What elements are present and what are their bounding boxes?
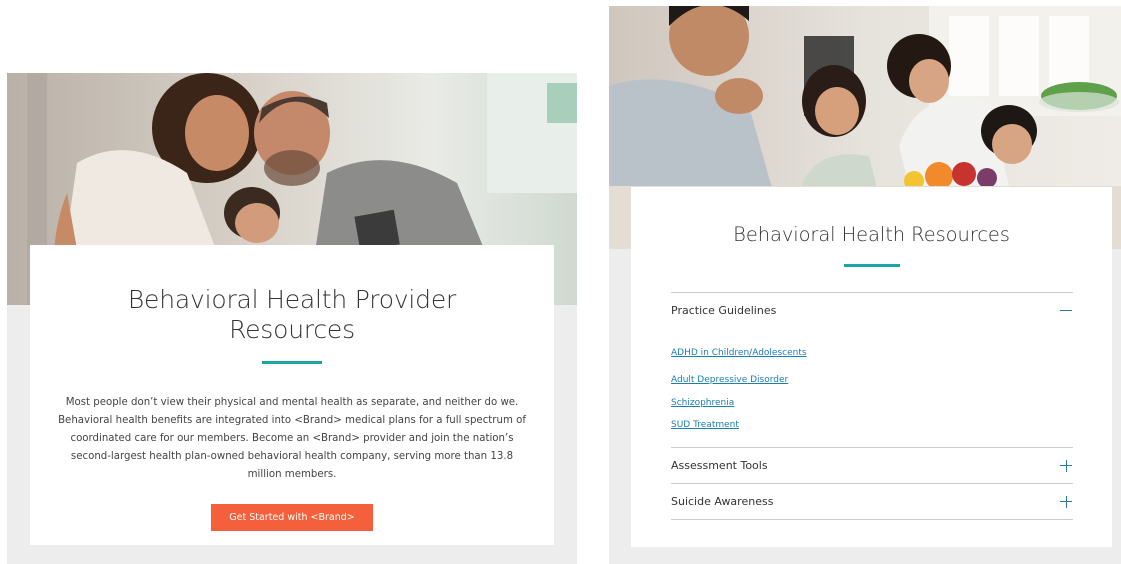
accordion-section-suicide-awareness: Suicide Awareness [671, 484, 1073, 521]
resources-accordion: Practice Guidelines ADHD in Children/Ado… [671, 292, 1073, 521]
provider-title: Behavioral Health Provider Resources [127, 285, 457, 344]
get-started-button[interactable]: Get Started with <Brand> [211, 504, 373, 531]
accordion-header-practice-guidelines[interactable]: Practice Guidelines [671, 293, 1073, 328]
link-adhd[interactable]: ADHD in Children/Adolescents [671, 346, 1073, 369]
accordion-header-assessment-tools[interactable]: Assessment Tools [671, 448, 1073, 483]
title-accent-bar [843, 264, 900, 267]
minus-icon[interactable] [1059, 304, 1073, 318]
accordion-section-assessment-tools: Assessment Tools [671, 448, 1073, 485]
accordion-section-practice-guidelines: Practice Guidelines ADHD in Children/Ado… [671, 293, 1073, 449]
provider-card: Behavioral Health Provider Resources Mos… [30, 245, 554, 545]
plus-icon[interactable] [1059, 459, 1073, 473]
plus-icon[interactable] [1059, 495, 1073, 509]
accordion-title: Suicide Awareness [671, 495, 774, 509]
title-accent-bar [262, 361, 322, 364]
page: Behavioral Health Provider Resources Mos… [0, 0, 1121, 564]
link-sud-treatment[interactable]: SUD Treatment [671, 414, 1073, 437]
link-adult-depressive-disorder[interactable]: Adult Depressive Disorder [671, 369, 1073, 392]
accordion-title: Practice Guidelines [671, 304, 777, 317]
provider-resources-panel: Behavioral Health Provider Resources Mos… [7, 73, 577, 564]
accordion-header-suicide-awareness[interactable]: Suicide Awareness [671, 484, 1073, 519]
accordion-body-practice-guidelines: ADHD in Children/Adolescents Adult Depre… [671, 328, 1073, 447]
resources-title: Behavioral Health Resources [733, 223, 1010, 246]
health-resources-panel: Behavioral Health Resources Practice Gui… [609, 6, 1121, 564]
provider-description: Most people don’t view their physical an… [58, 397, 526, 480]
link-schizophrenia[interactable]: Schizophrenia [671, 392, 1073, 415]
resources-card: Behavioral Health Resources Practice Gui… [631, 187, 1112, 547]
accordion-title: Assessment Tools [671, 459, 768, 473]
